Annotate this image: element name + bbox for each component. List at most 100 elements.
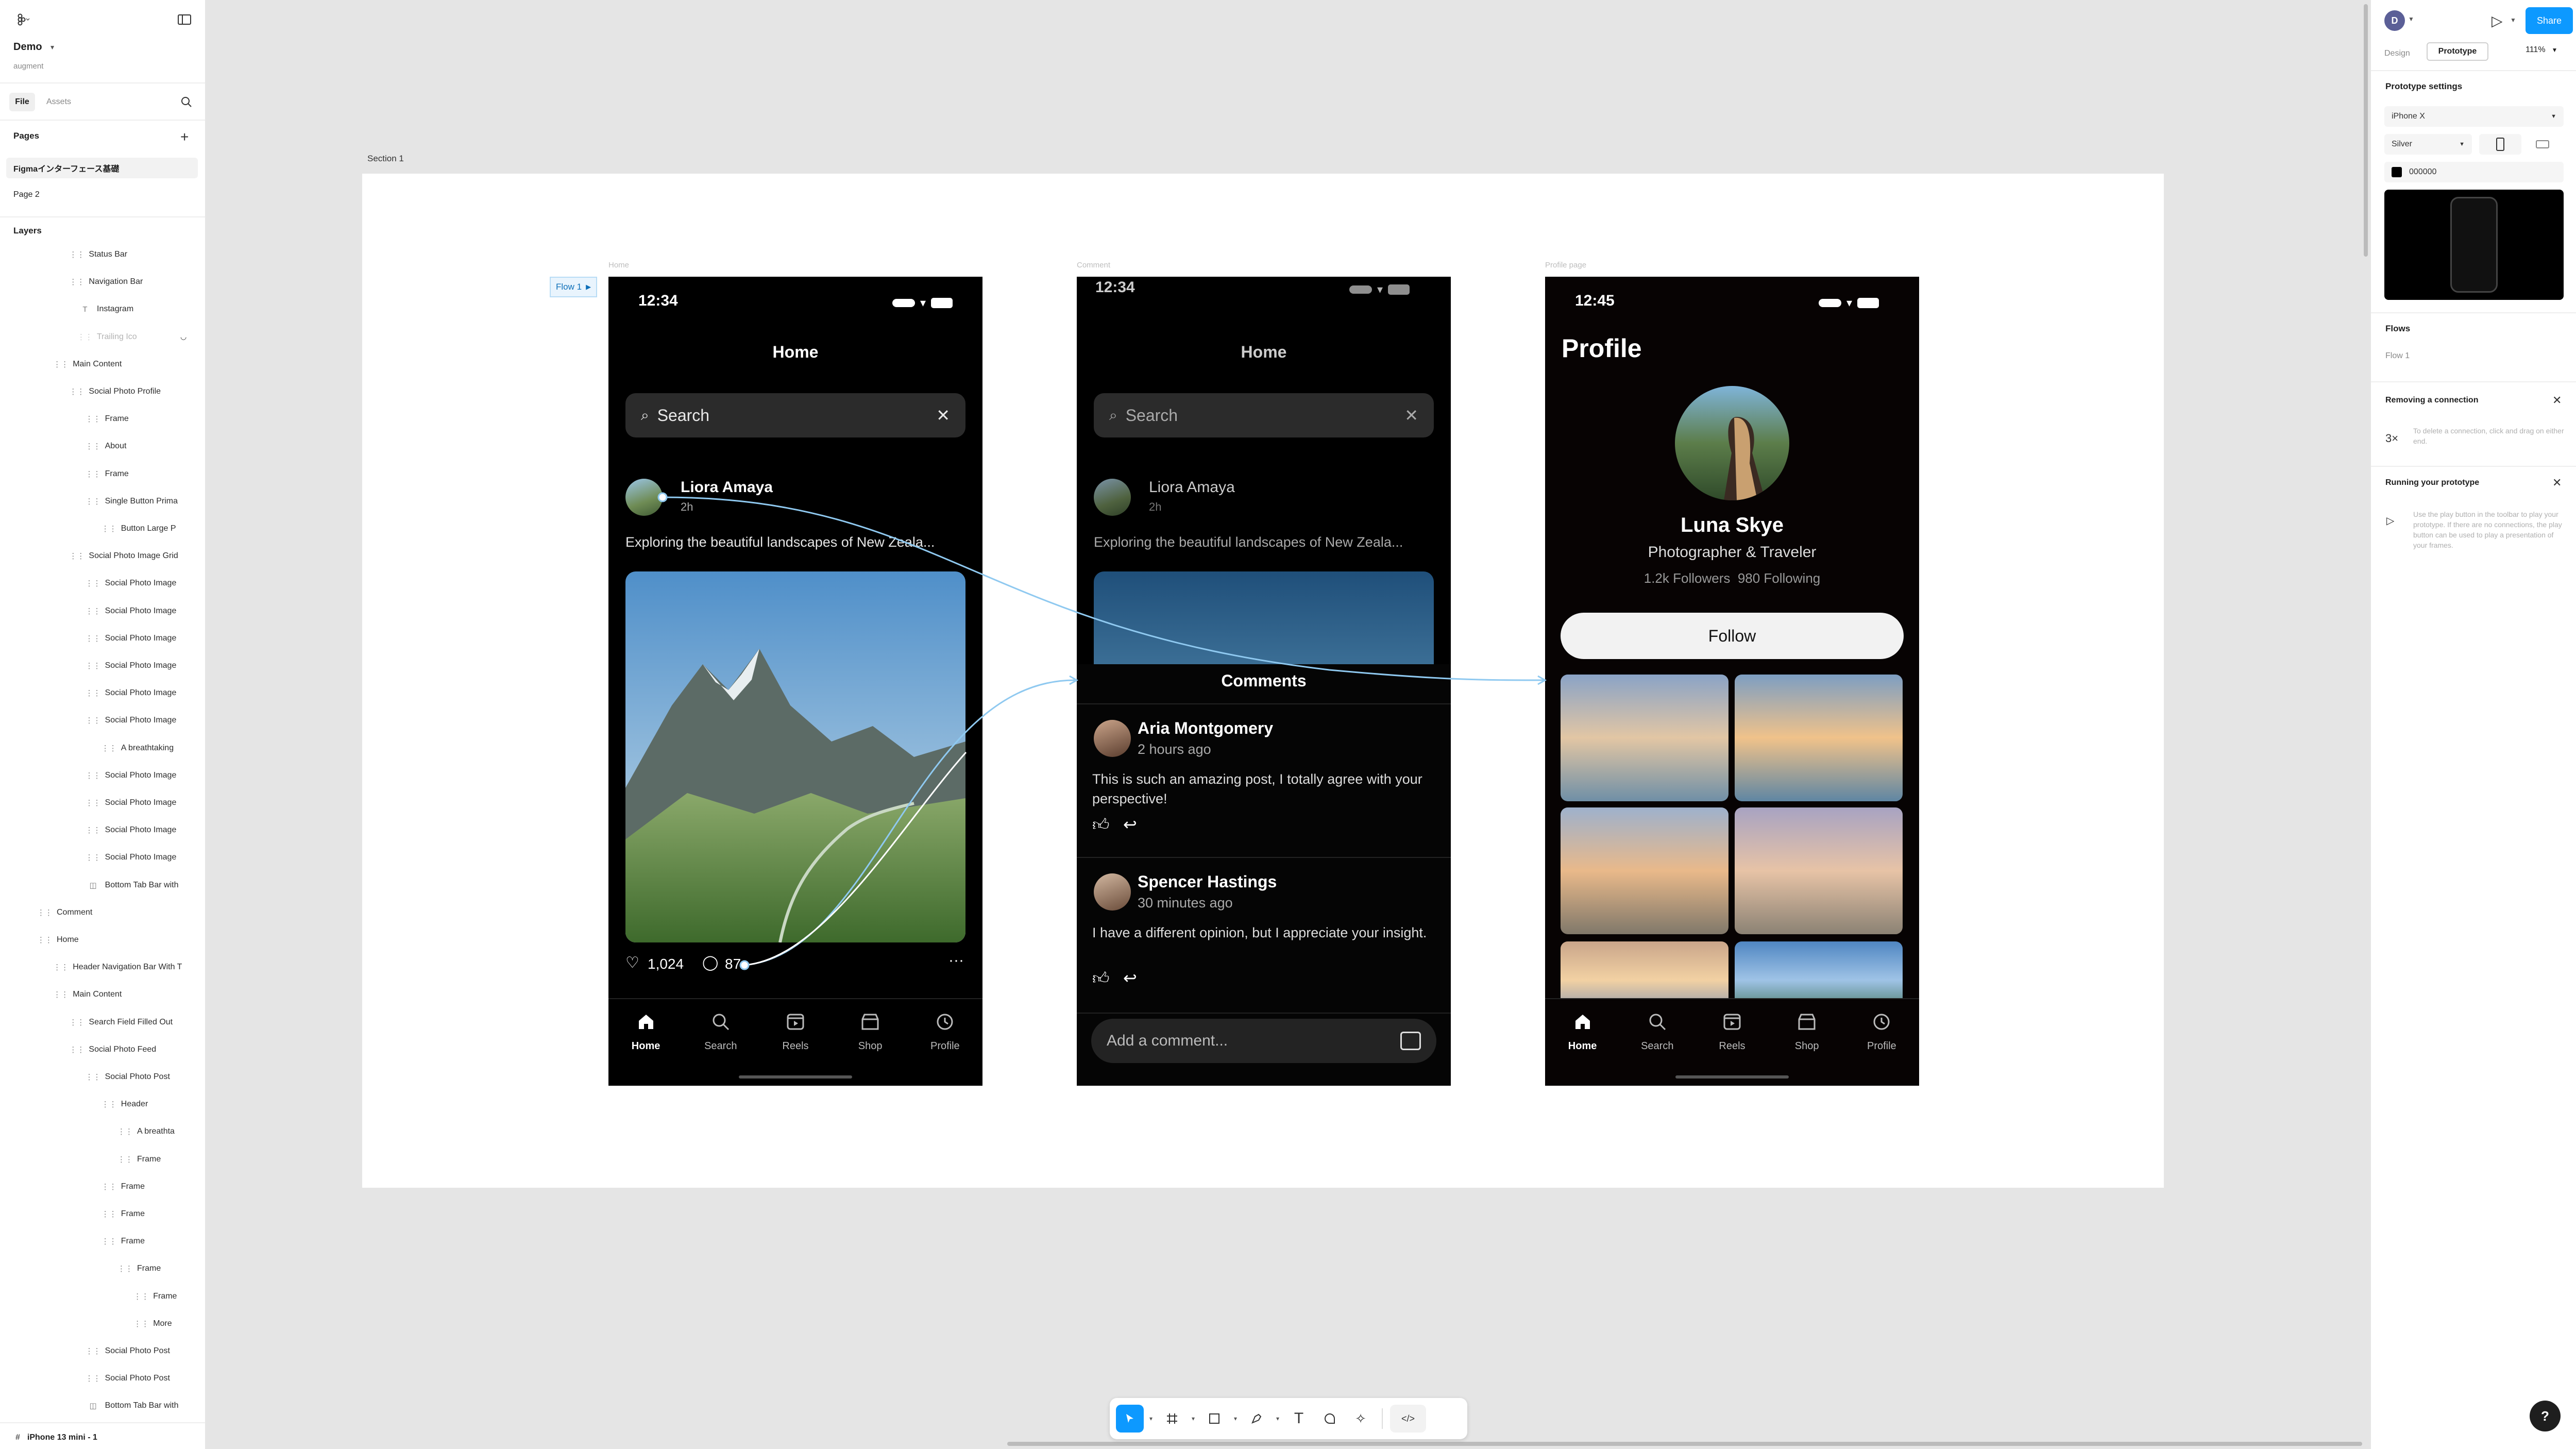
layer-item[interactable]: ⋮⋮ Social Photo Image [0,601,205,621]
layer-item[interactable]: ⋮⋮ Header Navigation Bar With T [0,957,205,978]
layer-item[interactable]: ⋮⋮ Comment [0,902,205,923]
chevron-down-icon[interactable]: ▾ [1189,1415,1197,1422]
layer-item[interactable]: T Instagram [0,299,205,319]
close-icon[interactable]: ✕ [2552,476,2562,490]
layer-type-icon: ⋮⋮ [117,1127,133,1137]
layer-item[interactable]: ⋮⋮ Header [0,1094,205,1115]
device-select[interactable]: iPhone X ▼ [2384,106,2564,127]
comment-tool-icon[interactable] [1316,1405,1344,1433]
layer-item[interactable]: ⋮⋮ Frame [0,1176,205,1197]
add-page-icon[interactable]: + [180,129,189,145]
layer-item[interactable]: ⋮⋮ Main Content [0,354,205,375]
layer-item[interactable]: ⋮⋮ Frame [0,1149,205,1170]
layer-item[interactable]: ⋮⋮ Frame [0,1204,205,1224]
tab-assets-label: Assets [46,97,72,106]
color-swatch [2392,167,2402,177]
text-tool-icon[interactable]: T [1285,1405,1313,1433]
layer-item[interactable]: ⋮⋮ Button Large P [0,518,205,539]
layer-item[interactable]: ⋮⋮ Social Photo Image Grid [0,546,205,566]
layer-item[interactable]: ⋮⋮ Frame [0,1258,205,1279]
layer-item[interactable]: ⋮⋮ Frame [0,409,205,429]
portrait-icon [2496,138,2504,151]
layer-item[interactable]: ⋮⋮ Search Field Filled Out [0,1012,205,1033]
layer-item[interactable]: ⋮⋮ Social Photo Image [0,793,205,813]
chevron-down-icon[interactable]: ▾ [1274,1415,1282,1422]
canvas[interactable]: Section 1 Home Comment Profile page Flow… [206,0,2370,1449]
layer-item[interactable]: ⋮⋮ Frame [0,464,205,484]
move-tool-icon[interactable] [1116,1405,1144,1433]
layer-item[interactable]: ⋮⋮ Trailing Ico ◡ [0,327,205,347]
present-icon[interactable]: ▷ [2492,12,2503,29]
layer-item[interactable]: ⋮⋮ Social Photo Image [0,765,205,786]
zoom-control[interactable]: 111% ▼ [2526,45,2557,55]
chevron-down-icon: ▼ [2459,141,2465,147]
divider [0,1422,205,1423]
horizontal-scrollbar[interactable] [1007,1442,2362,1446]
layer-item[interactable]: ⋮⋮ Single Button Prima [0,491,205,512]
actions-tool-icon[interactable]: ✧ [1347,1405,1375,1433]
layer-item-label: Main Content [73,359,122,368]
layer-type-icon: ⋮⋮ [85,1374,101,1384]
pen-tool-icon[interactable] [1243,1405,1270,1433]
portrait-toggle[interactable] [2479,134,2521,155]
layer-type-icon: ⋮⋮ [53,990,69,1000]
layer-item[interactable]: ⋮⋮ Status Bar [0,244,205,265]
layer-item[interactable]: ⋮⋮ Social Photo Feed [0,1039,205,1060]
help-label: ? [2541,1408,2549,1424]
layer-item[interactable]: ⋮⋮ Social Photo Post [0,1368,205,1389]
chevron-down-icon[interactable]: ▾ [1147,1415,1155,1422]
flow-item[interactable]: Flow 1 [2385,351,2410,361]
layer-item[interactable]: ⋮⋮ Home [0,930,205,950]
chevron-down-icon[interactable]: ▼ [2408,15,2414,23]
landscape-toggle[interactable] [2521,134,2564,155]
eye-icon[interactable]: ◡ [180,332,187,341]
layer-item[interactable]: ⋮⋮ Social Photo Image [0,710,205,731]
frame-tool-icon[interactable] [1158,1405,1186,1433]
layer-item[interactable]: ⋮⋮ More [0,1313,205,1334]
avatar-letter: D [2391,15,2398,26]
layer-item[interactable]: ⋮⋮ Social Photo Image [0,655,205,676]
shape-tool-icon[interactable] [1200,1405,1228,1433]
layer-item[interactable]: ⋮⋮ Social Photo Image [0,628,205,649]
tab-file[interactable]: File [9,93,35,111]
layer-item[interactable]: ◫ Bottom Tab Bar with [0,1395,205,1416]
layer-item[interactable]: ⋮⋮ Social Photo Post [0,1341,205,1361]
layer-item[interactable]: ⋮⋮ Social Photo Image [0,683,205,703]
share-button[interactable]: Share [2526,7,2573,34]
layer-item[interactable]: ⋮⋮ Social Photo Post [0,1067,205,1087]
prototype-connections[interactable] [206,0,2370,1449]
layer-item[interactable]: ⋮⋮ Main Content [0,984,205,1005]
layer-item[interactable]: ⋮⋮ Social Photo Image [0,573,205,594]
layer-item[interactable]: ◫ Bottom Tab Bar with [0,875,205,896]
close-icon[interactable]: ✕ [2552,394,2562,407]
tab-design[interactable]: Design [2384,44,2410,63]
help-button[interactable]: ? [2530,1401,2561,1431]
tab-assets[interactable]: Assets [46,93,71,111]
chevron-down-icon[interactable]: ▾ [1231,1415,1240,1422]
footer-layer[interactable]: # iPhone 13 mini - 1 [15,1427,97,1448]
figma-menu-icon[interactable] [13,13,34,26]
model-select[interactable]: Silver ▼ [2384,134,2472,155]
layer-type-icon: ⋮⋮ [69,552,85,561]
layer-item[interactable]: ⋮⋮ Social Photo Image [0,820,205,840]
layer-item[interactable]: ⋮⋮ Frame [0,1286,205,1307]
background-color-field[interactable]: 000000 [2384,162,2564,182]
layer-item[interactable]: ⋮⋮ Social Photo Profile [0,381,205,402]
layer-item[interactable]: ⋮⋮ About [0,436,205,457]
layer-item[interactable]: ⋮⋮ Social Photo Image [0,847,205,868]
dev-mode-icon[interactable]: </> [1390,1405,1426,1433]
layer-item[interactable]: ⋮⋮ A breathta [0,1121,205,1142]
layer-item[interactable]: ⋮⋮ A breathtaking [0,738,205,759]
user-avatar[interactable]: D [2384,10,2405,31]
sidebar-toggle-icon[interactable] [177,13,192,26]
layer-item[interactable]: ⋮⋮ Navigation Bar [0,272,205,292]
chevron-down-icon[interactable]: ▼ [2510,16,2516,24]
file-name[interactable]: Demo ▼ [13,41,55,53]
page-item[interactable]: Page 2 [13,184,40,205]
page-item-selected[interactable]: Figmaインターフェース基礎 [6,158,198,178]
search-icon[interactable] [179,95,194,109]
layer-type-icon: T [82,305,88,314]
vertical-scrollbar[interactable] [2364,4,2368,257]
tab-prototype[interactable]: Prototype [2427,42,2488,61]
layer-item[interactable]: ⋮⋮ Frame [0,1231,205,1252]
